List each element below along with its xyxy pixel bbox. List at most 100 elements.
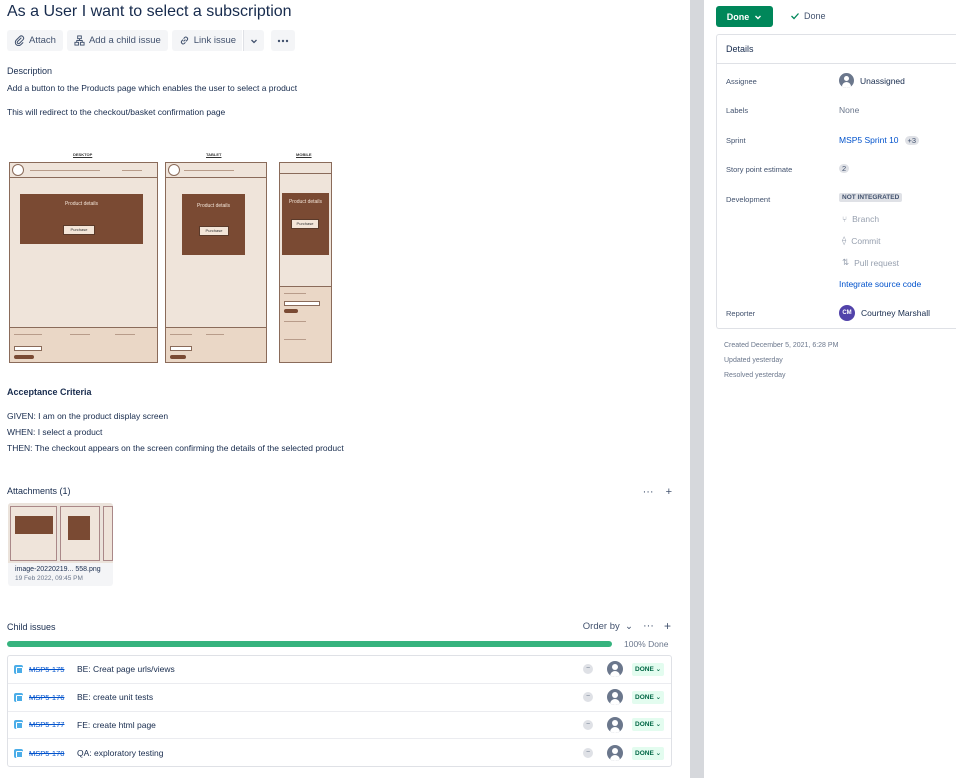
issue-main-panel: As a User I want to select a subscriptio… (0, 0, 690, 778)
child-issue-key[interactable]: MSP5-178 (29, 749, 64, 758)
child-issue-row[interactable]: MSP5-176 BE: create unit tests − DONE ⌄ (8, 684, 671, 712)
integrate-label: Integrate source code (839, 279, 922, 289)
create-branch-link[interactable]: ⑂ Branch (842, 214, 879, 224)
wireframe-tablet-caption: TABLET (206, 152, 222, 157)
reporter-label: Reporter (726, 309, 756, 318)
story-points-label: Story point estimate (726, 165, 793, 174)
wireframe-purchase-button: Purchase (63, 225, 95, 235)
acceptance-line[interactable]: WHEN: I select a product (7, 427, 102, 437)
acceptance-criteria-heading: Acceptance Criteria (7, 387, 92, 397)
acceptance-line[interactable]: THEN: The checkout appears on the screen… (7, 443, 344, 453)
wireframe-purchase-button: Purchase (199, 226, 229, 236)
order-by-button[interactable]: Order by ⌄ (583, 621, 633, 632)
child-issues-progress-bar (7, 641, 612, 647)
wireframe-box-text: Product details (288, 199, 323, 205)
commit-icon: ⟠ (842, 235, 847, 245)
status-transition-button[interactable]: Done (716, 6, 773, 27)
assignee-avatar[interactable] (607, 689, 623, 706)
story-points-field[interactable]: 2 (839, 164, 850, 173)
paperclip-icon (14, 35, 25, 46)
priority-icon: − (583, 664, 593, 675)
child-issue-status[interactable]: DONE ⌄ (632, 746, 665, 760)
add-child-issue-button[interactable]: Add a child issue (66, 30, 168, 51)
branch-icon: ⑂ (842, 214, 848, 224)
issue-title[interactable]: As a User I want to select a subscriptio… (7, 3, 292, 21)
assignee-avatar[interactable] (607, 745, 623, 762)
more-icon[interactable]: ··· (643, 620, 654, 632)
link-issue-button[interactable]: Link issue (171, 30, 243, 51)
create-commit-link[interactable]: ⟠ Commit (842, 235, 880, 246)
order-by-label: Order by (582, 620, 620, 632)
assignee-avatar[interactable] (607, 661, 623, 678)
link-issue-dropdown[interactable] (243, 30, 265, 51)
attachment-file-name: image-20220219... 558.png (15, 566, 101, 573)
wireframe-desktop-box: Product details Purchase (20, 194, 143, 244)
wireframe-mobile-box: Product details Purchase (282, 193, 329, 255)
add-child-label: Add a child issue (88, 35, 161, 46)
resolved-date: Resolved yesterday (724, 372, 786, 379)
details-panel: Details Assignee Unassigned Labels None … (716, 34, 956, 329)
chevron-down-icon (251, 39, 257, 43)
description-line[interactable]: Add a button to the Products page which … (7, 83, 297, 93)
child-issue-summary[interactable]: QA: exploratory testing (77, 748, 163, 758)
child-issue-status[interactable]: DONE ⌄ (632, 718, 665, 732)
child-issue-row[interactable]: MSP5-178 QA: exploratory testing − DONE … (8, 739, 671, 767)
attachments-heading: Attachments (1) (7, 486, 71, 496)
commit-label: Commit (851, 235, 881, 246)
priority-icon: − (583, 692, 593, 703)
hierarchy-icon (74, 35, 85, 46)
wireframe-box-text: Product details (196, 203, 231, 209)
labels-field[interactable]: None (839, 105, 859, 115)
wireframe-mobile-caption: MOBILE (296, 152, 312, 157)
not-integrated-badge: NOT INTEGRATED (839, 193, 903, 202)
labels-label: Labels (726, 106, 749, 115)
attachment-thumbnail (8, 503, 113, 563)
description-line[interactable]: This will redirect to the checkout/baske… (7, 107, 225, 117)
reporter-avatar: CM (839, 305, 855, 321)
child-issue-status-label: DONE (635, 665, 654, 673)
child-issue-status[interactable]: DONE ⌄ (632, 690, 665, 704)
unassigned-avatar-icon (839, 73, 854, 88)
add-icon[interactable]: + (666, 486, 672, 498)
sprint-label: Sprint (726, 136, 746, 145)
child-issue-status[interactable]: DONE ⌄ (632, 662, 665, 676)
child-issue-summary[interactable]: BE: Creat page urls/views (77, 664, 175, 674)
assignee-field[interactable]: Unassigned (839, 73, 905, 88)
story-icon (14, 720, 23, 730)
attach-button[interactable]: Attach (7, 30, 63, 51)
development-status: NOT INTEGRATED (839, 193, 903, 202)
reporter-field[interactable]: CM Courtney Marshall (839, 305, 930, 321)
story-icon (14, 692, 23, 702)
sprint-field[interactable]: MSP5 Sprint 10 +3 (839, 135, 920, 145)
wireframe-desktop-caption: DESKTOP (73, 152, 93, 157)
child-issue-key[interactable]: MSP5-175 (29, 665, 64, 674)
sprint-more-badge[interactable]: +3 (904, 135, 920, 145)
status-button-label: Done (726, 11, 750, 22)
integrate-source-code-link[interactable]: Integrate source code (839, 279, 921, 289)
panel-divider-scrollbar[interactable] (690, 0, 704, 778)
child-issue-key[interactable]: MSP5-176 (29, 693, 64, 702)
child-issue-key[interactable]: MSP5-177 (29, 720, 64, 729)
attach-label: Attach (29, 35, 56, 46)
details-heading[interactable]: Details (726, 44, 754, 54)
attachments-header: Attachments (1) ··· + (7, 486, 672, 498)
create-pull-request-link[interactable]: ⇅ Pull request (842, 257, 899, 268)
more-icon[interactable]: ··· (643, 486, 654, 498)
child-issue-summary[interactable]: FE: create html page (77, 720, 156, 730)
checkmark-icon (791, 13, 799, 20)
sprint-value[interactable]: MSP5 Sprint 10 (839, 135, 899, 145)
assignee-avatar[interactable] (607, 716, 623, 733)
more-actions-button[interactable] (271, 30, 296, 51)
child-issue-row[interactable]: MSP5-175 BE: Creat page urls/views − DON… (8, 656, 671, 684)
link-icon (180, 36, 188, 45)
acceptance-line[interactable]: GIVEN: I am on the product display scree… (7, 411, 168, 421)
assignee-label: Assignee (726, 77, 757, 86)
child-issue-row[interactable]: MSP5-177 FE: create html page − DONE ⌄ (8, 712, 671, 740)
add-icon[interactable]: + (664, 619, 671, 633)
attachment-card[interactable]: image-20220219... 558.png 19 Feb 2022, 0… (8, 503, 113, 586)
child-issue-summary[interactable]: BE: create unit tests (77, 692, 153, 702)
wireframe-purchase-button: Purchase (291, 219, 319, 229)
labels-value: None (839, 105, 860, 115)
wireframe-mobile: Product details Purchase (279, 162, 332, 363)
wireframe-image[interactable]: DESKTOP TABLET MOBILE Product details Pu… (9, 152, 334, 364)
